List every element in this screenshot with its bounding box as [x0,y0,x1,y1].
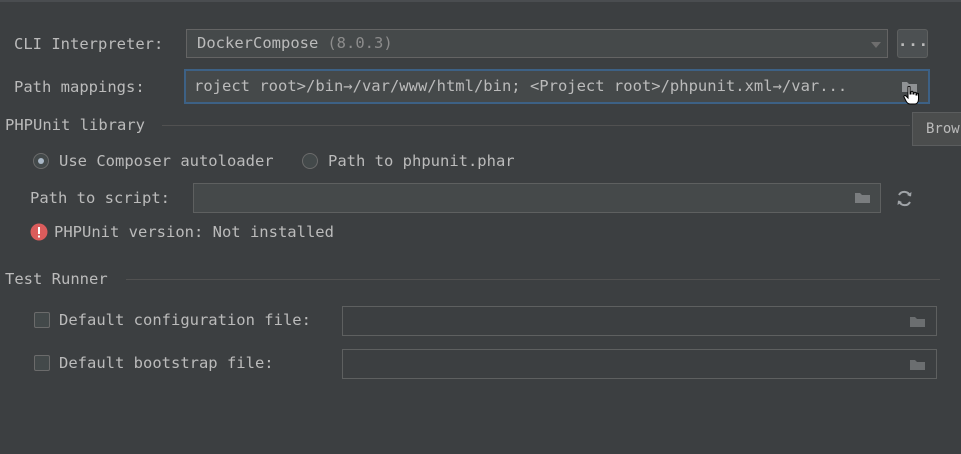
default-bootstrap-label[interactable]: Default bootstrap file: [59,353,274,373]
phpunit-section-separator [162,125,910,126]
folder-icon[interactable] [909,358,927,371]
interpreter-version: (8.0.3) [327,34,393,52]
default-config-checkbox[interactable] [34,312,50,328]
top-divider [0,0,961,2]
test-runner-section-separator [126,279,940,280]
path-to-script-field[interactable] [193,183,881,213]
phpunit-section-title: PHPUnit library [5,116,145,134]
hand-cursor-icon [903,86,919,105]
folder-icon[interactable] [909,315,927,328]
cli-interpreter-label: CLI Interpreter: [14,35,164,53]
path-mappings-label: Path mappings: [14,78,145,96]
phpunit-version-status: PHPUnit version: Not installed [54,223,334,241]
path-mappings-value: roject root>/bin→/var/www/html/bin; <Pro… [194,77,848,95]
path-to-script-label: Path to script: [30,189,170,207]
default-config-label[interactable]: Default configuration file: [59,310,311,330]
test-runner-section-title: Test Runner [5,270,108,288]
use-composer-label[interactable]: Use Composer autoloader [59,151,274,171]
browse-tooltip: Brow [912,112,961,146]
chevron-down-icon[interactable] [871,42,881,48]
interpreter-name: DockerCompose [197,34,319,52]
path-to-phar-radio[interactable] [302,153,318,169]
radio-selected-dot [38,158,44,164]
path-mappings-field[interactable]: roject root>/bin→/var/www/html/bin; <Pro… [184,69,930,104]
cli-interpreter-combo[interactable]: DockerCompose (8.0.3) [186,29,888,58]
default-bootstrap-field[interactable] [342,349,937,379]
folder-icon[interactable] [854,191,872,204]
default-config-field[interactable] [342,306,937,336]
error-icon [30,223,48,241]
interpreter-more-button[interactable]: ... [897,29,928,58]
combo-value: DockerCompose (8.0.3) [197,34,393,52]
refresh-icon[interactable] [895,189,914,208]
default-bootstrap-checkbox[interactable] [34,355,50,371]
path-to-phar-label[interactable]: Path to phpunit.phar [328,151,515,171]
use-composer-radio[interactable] [33,153,49,169]
